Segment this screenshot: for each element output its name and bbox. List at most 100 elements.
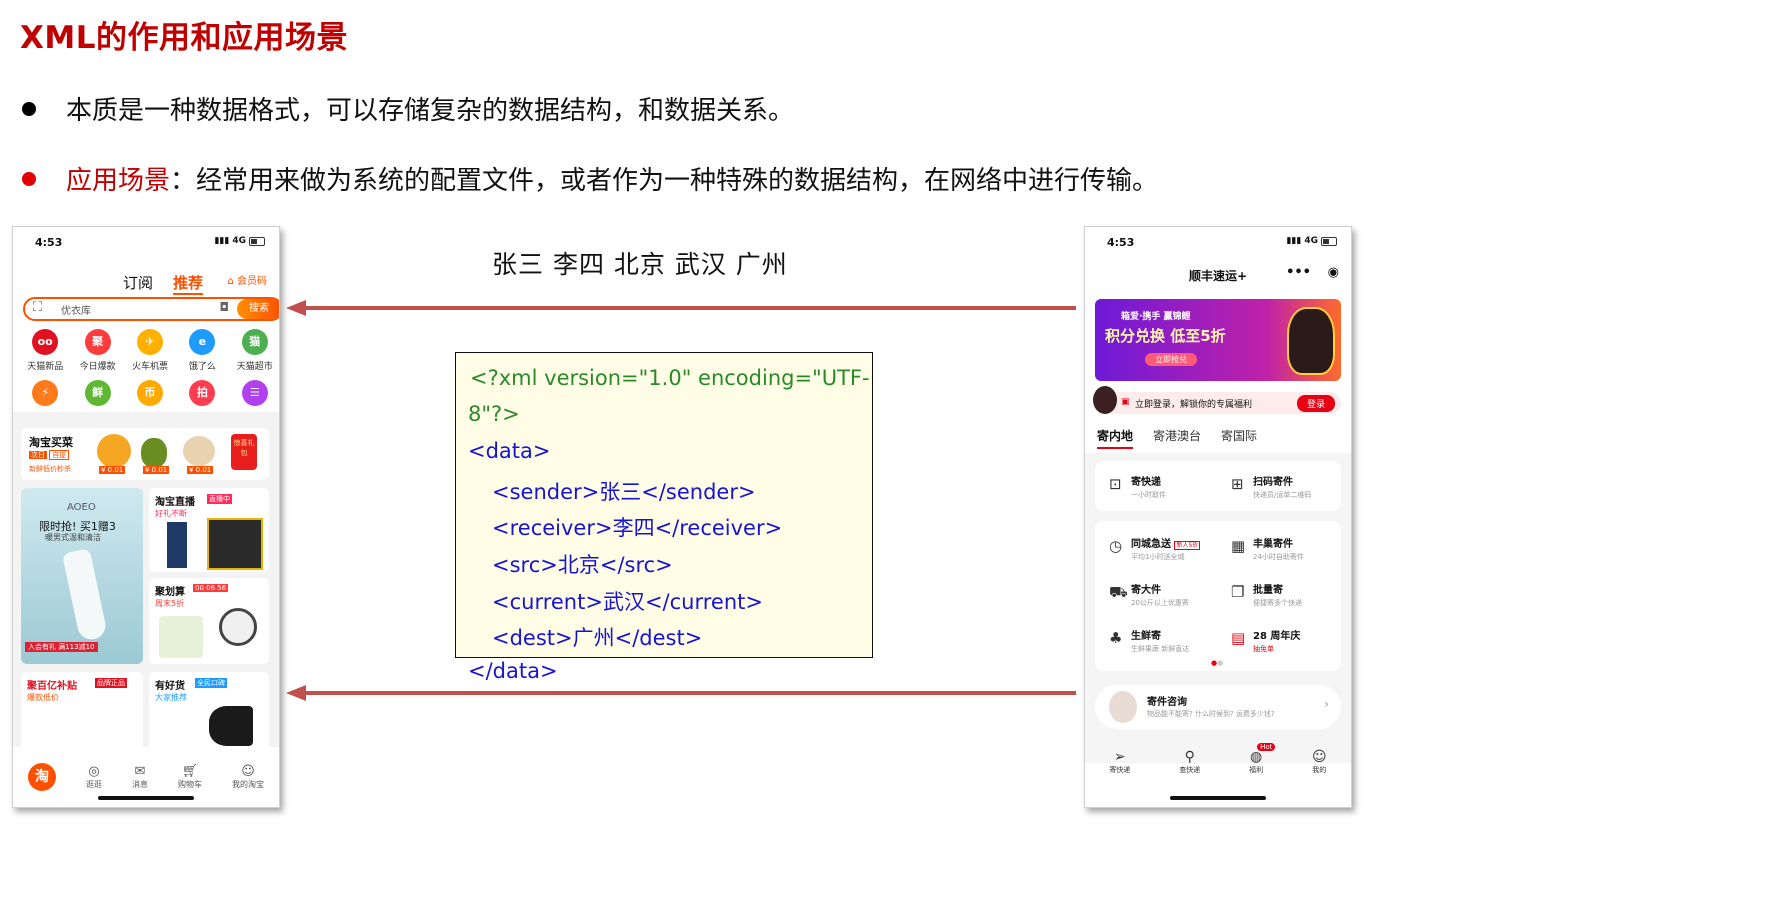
shortcut-icon: 鲜 bbox=[84, 380, 111, 406]
bullet-essence-text: 本质是一种数据格式，可以存储复杂的数据结构，和数据关系。 bbox=[66, 96, 795, 126]
shortcut-label: 天猫新品 bbox=[27, 362, 64, 372]
tab-recommend[interactable]: 推荐 bbox=[173, 272, 204, 295]
xml-data-close: </data> bbox=[468, 659, 558, 683]
home-indicator bbox=[1170, 796, 1266, 800]
shortcut-item[interactable]: oo 天猫新品 bbox=[19, 329, 71, 372]
card-aoeo-promo[interactable]: AOEO 限时抢! 买1赠3 暖男式温和清洁 入会有礼 满113减10 bbox=[21, 488, 143, 664]
locker-icon: ▦ bbox=[1231, 537, 1246, 555]
consult-sub: 物品能不能寄? 什么时候到? 运费多少钱? bbox=[1147, 710, 1275, 718]
search-button[interactable]: 搜索 bbox=[237, 299, 279, 319]
search-icon: ⚲ bbox=[1184, 749, 1195, 765]
service-hive-locker[interactable]: ▦ 丰巢寄件 24小时自助寄件 bbox=[1231, 535, 1304, 562]
qr-scan-icon: ⊞ bbox=[1231, 475, 1244, 493]
shortcut-label: 火车机票 bbox=[131, 362, 168, 372]
promo-footer: 入会有礼 满113减10 bbox=[25, 642, 98, 652]
promo-subline: 暖男式温和清洁 bbox=[45, 533, 101, 542]
service-anniversary[interactable]: ▤ 28 周年庆 抽免单 bbox=[1231, 627, 1300, 654]
status-time: 4:53 bbox=[1107, 236, 1135, 249]
nav-cart[interactable]: 🛒︎ 购物车 bbox=[178, 764, 202, 790]
sf-promo-banner[interactable]: 箱爱·携手 赢锦鲤 积分兑换 低至5折 立即抢兑 bbox=[1095, 299, 1341, 381]
nav-label: 寄快递 bbox=[1109, 766, 1131, 774]
nav-send[interactable]: ➢ 寄快递 bbox=[1109, 749, 1130, 789]
xml-data-open: <data> bbox=[468, 439, 551, 463]
product-avocado[interactable] bbox=[141, 438, 167, 468]
mascot-avatar bbox=[1093, 386, 1117, 414]
card-good-goods[interactable]: 有好货 全民口碑 大家推荐 bbox=[149, 672, 269, 752]
price-tag: ¥ 0.01 bbox=[99, 466, 126, 474]
service-same-city[interactable]: ◷ 同城急送 新人5折 平均1小时送全城 bbox=[1109, 535, 1201, 562]
user-icon: ☺ bbox=[241, 764, 255, 779]
service-name: 寄大件 bbox=[1131, 585, 1161, 596]
agent-avatar bbox=[1109, 691, 1137, 723]
network-label: 4G bbox=[232, 236, 246, 246]
tab-subscribe[interactable]: 订阅 bbox=[123, 272, 153, 295]
nav-mine[interactable]: ☺ 我的 bbox=[1312, 749, 1327, 789]
gift-pack[interactable]: 惊喜礼包 bbox=[231, 434, 257, 470]
service-name: 生鲜寄 bbox=[1131, 631, 1161, 642]
login-prompt-bar[interactable]: ▣ 立即登录，解锁你的专属福利 登录 bbox=[1093, 386, 1341, 414]
product-mango[interactable] bbox=[97, 434, 131, 468]
target-icon[interactable]: ◉ bbox=[1328, 265, 1339, 280]
shortcut-item[interactable]: 猫天猫超市 bbox=[229, 329, 279, 372]
scan-icon[interactable]: ⛶ bbox=[33, 300, 42, 315]
shortcut-label: 天猫超市 bbox=[236, 362, 273, 372]
card-billion-subsidy[interactable]: 聚百亿补贴 品牌正品 爆款低价 bbox=[21, 672, 143, 752]
sf-page-title: 顺丰速运+ bbox=[1188, 269, 1248, 283]
tab-international[interactable]: 寄国际 bbox=[1221, 427, 1257, 449]
nav-home[interactable]: 淘 bbox=[28, 763, 56, 791]
parcel-icon: ⊡ bbox=[1109, 475, 1122, 493]
arrow-top-line bbox=[300, 306, 1076, 310]
search-bar[interactable]: ⛶ 优衣库 ◘ 搜索 bbox=[23, 297, 279, 321]
product-eggs[interactable] bbox=[183, 436, 215, 466]
nav-welfare[interactable]: ◍ Hot 福利 bbox=[1249, 743, 1276, 789]
bullet-scenario: 应用场景 ：经常用来做为系统的配置文件，或者作为一种特殊的数据结构，在网络中进行… bbox=[22, 160, 1158, 197]
service-fresh[interactable]: ♣ 生鲜寄 生鲜果蔬 新鲜直达 bbox=[1109, 627, 1189, 654]
sf-express-phone-screenshot: 4:53 ▮▮▮ 4G 顺丰速运+ ••• ◉ 箱爱·携手 赢锦鲤 积分兑换 低… bbox=[1084, 226, 1352, 808]
shortcut-icon: ⚡ bbox=[32, 380, 59, 406]
nav-messages[interactable]: ✉ 消息 bbox=[132, 764, 148, 790]
shortcut-item[interactable]: e 饿了么 bbox=[176, 329, 228, 372]
nav-profile[interactable]: ☺ 我的淘宝 bbox=[232, 764, 264, 790]
card-juhuasuan[interactable]: 聚划算 00 06 56 周末5折 bbox=[149, 578, 269, 664]
card-taobao-grocery[interactable]: 淘宝买菜 次日 自提 新鲜低价秒杀 ¥ 0.01 ¥ 0.01 ¥ 0.01 惊… bbox=[21, 428, 269, 480]
login-button[interactable]: 登录 bbox=[1296, 395, 1335, 412]
send-express-button[interactable]: ⊡ 寄快递 一小时取件 bbox=[1109, 473, 1166, 500]
member-code-label: 会员码 bbox=[237, 276, 267, 287]
nav-track[interactable]: ⚲ 查快递 bbox=[1179, 749, 1200, 789]
shortcut-icon: ☰ bbox=[241, 380, 268, 406]
sf-primary-card: ⊡ 寄快递 一小时取件 ⊞ 扫码寄件 快递员/运单二维码 bbox=[1095, 461, 1341, 511]
nav-discover[interactable]: ◎ 逛逛 bbox=[86, 764, 102, 790]
shortcut-icon: 拍 bbox=[189, 380, 216, 406]
nav-label: 福利 bbox=[1249, 766, 1264, 774]
mascot-image bbox=[1287, 307, 1335, 375]
banner-button[interactable]: 立即抢兑 bbox=[1145, 353, 1197, 366]
taobao-phone-screenshot: 4:53 ▮▮▮ 4G 订阅 推荐 ⌂ 会员码 ⛶ 优衣库 ◘ 搜索 oo 天猫新… bbox=[12, 226, 280, 808]
grocery-tags: 次日 自提 bbox=[29, 450, 70, 460]
xml-receiver: <receiver>李四</receiver> bbox=[492, 516, 783, 540]
scan-send-sub: 快递员/运单二维码 bbox=[1253, 491, 1312, 499]
xml-src: <src>北京</src> bbox=[492, 553, 673, 577]
tab-mainland[interactable]: 寄内地 bbox=[1097, 427, 1134, 449]
shortcut-item[interactable]: 聚今日爆款 bbox=[71, 329, 123, 372]
camera-icon[interactable]: ◘ bbox=[220, 300, 230, 314]
tab-hk-macao-tw[interactable]: 寄港澳台 bbox=[1153, 427, 1201, 449]
consult-card[interactable]: 寄件咨询 物品能不能寄? 什么时候到? 运费多少钱? › bbox=[1095, 685, 1341, 729]
product-shoes bbox=[209, 706, 253, 746]
service-batch[interactable]: ❐ 批量寄 便捷寄多个快递 bbox=[1231, 581, 1302, 608]
shortcut-item[interactable]: ✈ 火车机票 bbox=[124, 329, 176, 372]
service-large-item[interactable]: ⛟ 寄大件 20公斤以上优惠寄 bbox=[1109, 581, 1189, 608]
jhs-title: 聚划算 bbox=[155, 587, 185, 598]
nav-label: 查快递 bbox=[1179, 766, 1201, 774]
member-code-button[interactable]: ⌂ 会员码 bbox=[227, 272, 267, 287]
status-signal: ▮▮▮ 4G bbox=[1286, 236, 1337, 246]
shortcut-icon: ✈ bbox=[136, 329, 163, 355]
card-taobao-live[interactable]: 淘宝直播 直播中 好礼不断 bbox=[149, 488, 269, 572]
scan-send-button[interactable]: ⊞ 扫码寄件 快递员/运单二维码 bbox=[1231, 473, 1312, 500]
more-icon[interactable]: ••• bbox=[1286, 265, 1311, 280]
slide-title: XML的作用和应用场景 bbox=[20, 20, 349, 56]
search-input[interactable]: 优衣库 bbox=[61, 302, 91, 317]
send-icon: ➢ bbox=[1114, 749, 1126, 765]
jhs-subtitle: 周末5折 bbox=[155, 599, 185, 608]
gift-icon: ▣ bbox=[1121, 397, 1130, 407]
names-line: 张三 李四 北京 武汉 广州 bbox=[492, 250, 788, 279]
